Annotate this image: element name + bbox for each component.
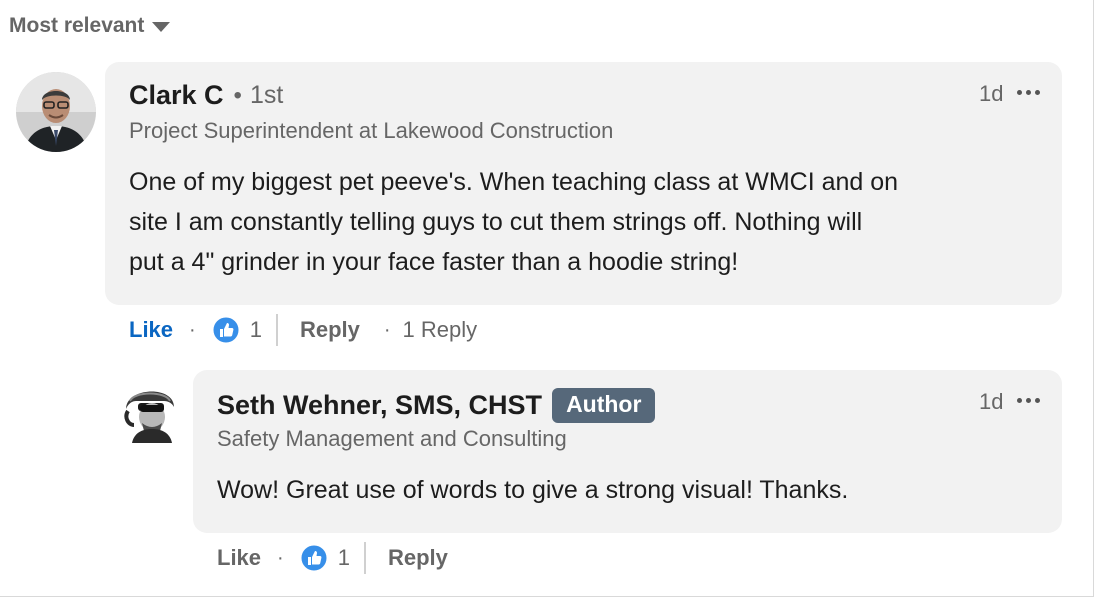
like-button[interactable]: Like [129, 317, 173, 343]
more-options-icon[interactable] [1017, 90, 1040, 95]
panel-right-border [1093, 0, 1094, 596]
author-headline: Safety Management and Consulting [217, 426, 567, 451]
avatar[interactable] [16, 72, 96, 152]
author-headline: Project Superintendent at Lakewood Const… [129, 118, 614, 143]
like-button[interactable]: Like [217, 545, 261, 571]
comment-text: Wow! Great use of words to give a strong… [217, 470, 848, 510]
comment-author-row: Clark C • 1st [129, 80, 283, 111]
comment-text-line: put a 4" grinder in your face faster tha… [129, 248, 739, 276]
author-name[interactable]: Clark C [129, 80, 224, 111]
view-replies-link[interactable]: 1 Reply [403, 317, 478, 343]
divider [275, 314, 278, 346]
comment-actions: Like · 1 Reply [217, 542, 448, 574]
reply-button[interactable]: Reply [388, 545, 448, 571]
more-options-icon[interactable] [1017, 398, 1040, 403]
sort-dropdown[interactable]: Most relevant [9, 14, 171, 38]
comment-author-row: Seth Wehner, SMS, CHST Author [217, 388, 656, 423]
comment-timestamp: 1d [979, 389, 1004, 414]
caret-down-icon [152, 22, 171, 32]
separator-dot: • [233, 81, 242, 109]
comment-bubble: Clark C • 1st Project Superintendent at … [105, 62, 1062, 305]
separator-dot: · [277, 546, 284, 569]
comment-text: One of my biggest pet peeve's. When teac… [129, 162, 898, 282]
comment-text-line: site I am constantly telling guys to cut… [129, 208, 863, 236]
person-photo-icon [16, 72, 96, 152]
comment-text-line: Wow! Great use of words to give a strong… [217, 476, 849, 504]
panel-bottom-border [0, 596, 1094, 597]
author-badge: Author [552, 388, 656, 423]
comment-bubble: Seth Wehner, SMS, CHST Author Safety Man… [193, 370, 1062, 533]
comment-text-line: One of my biggest pet peeve's. When teac… [129, 168, 899, 196]
divider [363, 542, 366, 574]
like-reaction-icon[interactable] [212, 316, 240, 344]
comment-timestamp: 1d [979, 81, 1004, 106]
separator-dot: · [189, 318, 196, 341]
helmeted-person-icon [120, 379, 180, 443]
avatar[interactable] [120, 379, 180, 443]
like-count[interactable]: 1 [338, 545, 350, 571]
like-reaction-icon[interactable] [300, 544, 328, 572]
like-count[interactable]: 1 [250, 317, 262, 343]
comment-actions: Like · 1 Reply · 1 Reply [129, 314, 477, 346]
connection-degree: 1st [249, 81, 284, 109]
author-name[interactable]: Seth Wehner, SMS, CHST [217, 390, 542, 421]
sort-label: Most relevant [9, 14, 145, 37]
separator-dot: · [383, 318, 391, 341]
reply-button[interactable]: Reply [300, 317, 360, 343]
